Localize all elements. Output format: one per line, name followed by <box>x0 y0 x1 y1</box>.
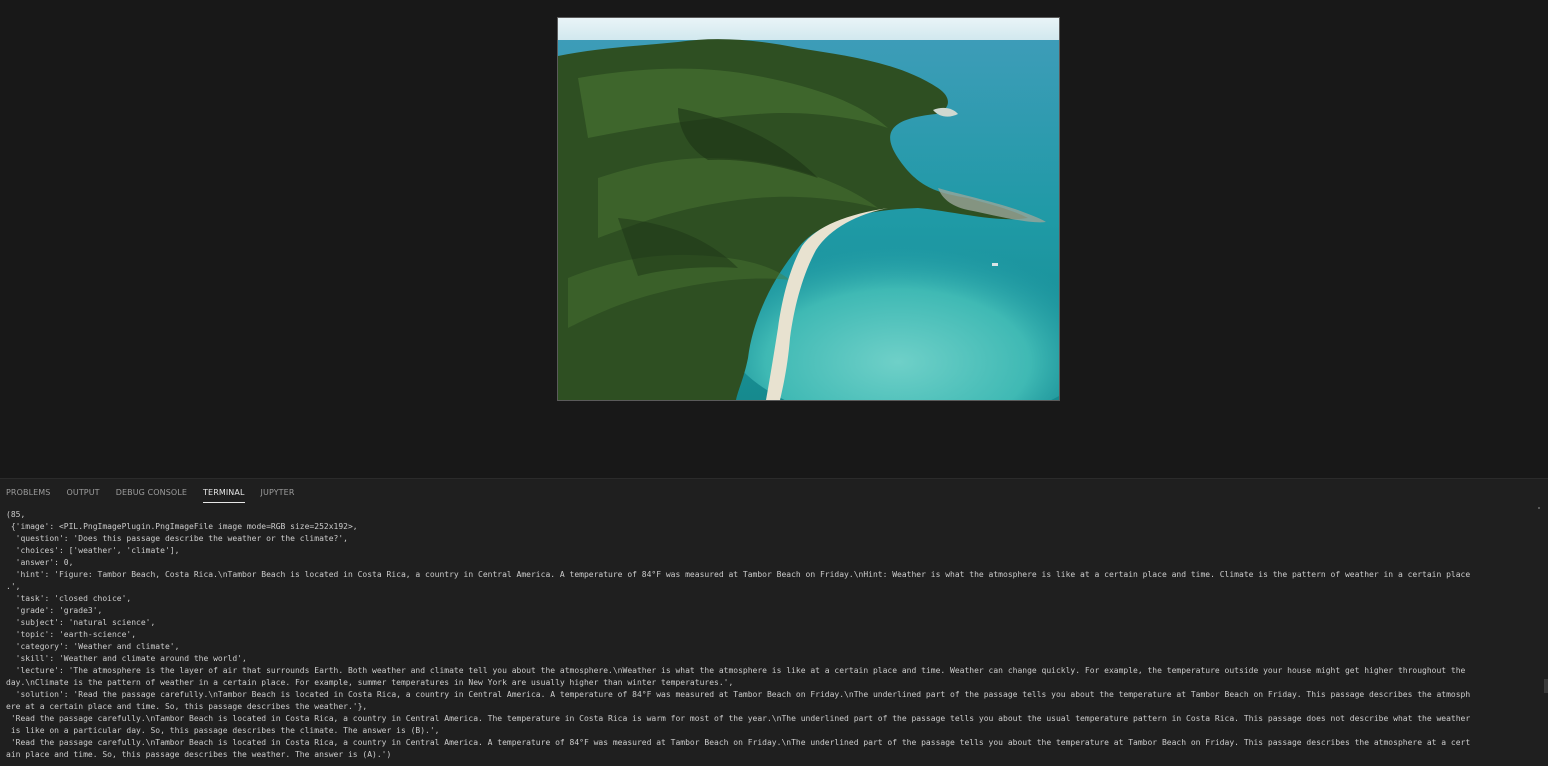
terminal-line: 'choices': ['weather', 'climate'], <box>6 546 180 555</box>
terminal-line: 'subject': 'natural science', <box>6 618 156 627</box>
tab-jupyter[interactable]: JUPYTER <box>261 485 295 502</box>
terminal-line: 'solution': 'Read the passage carefully.… <box>6 690 1471 699</box>
tab-output[interactable]: OUTPUT <box>66 485 99 502</box>
tab-problems[interactable]: PROBLEMS <box>6 485 50 502</box>
terminal-line: 'hint': 'Figure: Tambor Beach, Costa Ric… <box>6 570 1471 579</box>
panel-tabs: PROBLEMS OUTPUT DEBUG CONSOLE TERMINAL J… <box>6 485 310 505</box>
scroll-indicator <box>1538 507 1540 509</box>
coastline-photo <box>558 18 1059 400</box>
terminal-line: 'skill': 'Weather and climate around the… <box>6 654 247 663</box>
editor-area <box>0 0 1548 478</box>
terminal-line: (85, <box>6 510 26 519</box>
terminal-line: ain place and time. So, this passage des… <box>6 750 392 759</box>
tab-debug-console[interactable]: DEBUG CONSOLE <box>116 485 187 502</box>
terminal-line: 'Read the passage carefully.\nTambor Bea… <box>6 714 1471 723</box>
terminal-line: 'category': 'Weather and climate', <box>6 642 180 651</box>
terminal-line: 'topic': 'earth-science', <box>6 630 137 639</box>
terminal-output[interactable]: (85, {'image': <PIL.PngImagePlugin.PngIm… <box>6 509 1534 763</box>
tab-terminal[interactable]: TERMINAL <box>203 485 245 503</box>
terminal-line: 'Read the passage carefully.\nTambor Bea… <box>6 738 1471 747</box>
photo-tambor-beach <box>557 17 1060 401</box>
terminal-line: ere at a certain place and time. So, thi… <box>6 702 368 711</box>
terminal-line: {'image': <PIL.PngImagePlugin.PngImageFi… <box>6 522 358 531</box>
terminal-line: 'task': 'closed choice', <box>6 594 132 603</box>
terminal-line: 'answer': 0, <box>6 558 74 567</box>
terminal-scrollbar[interactable] <box>1544 679 1548 693</box>
terminal-line: 'grade': 'grade3', <box>6 606 103 615</box>
terminal-line: day.\nClimate is the pattern of weather … <box>6 678 734 687</box>
bottom-panel: PROBLEMS OUTPUT DEBUG CONSOLE TERMINAL J… <box>0 478 1548 766</box>
terminal-line: .', <box>6 582 21 591</box>
terminal-line: 'question': 'Does this passage describe … <box>6 534 348 543</box>
terminal-line: 'lecture': 'The atmosphere is the layer … <box>6 666 1466 675</box>
terminal-line: is like on a particular day. So, this pa… <box>6 726 440 735</box>
